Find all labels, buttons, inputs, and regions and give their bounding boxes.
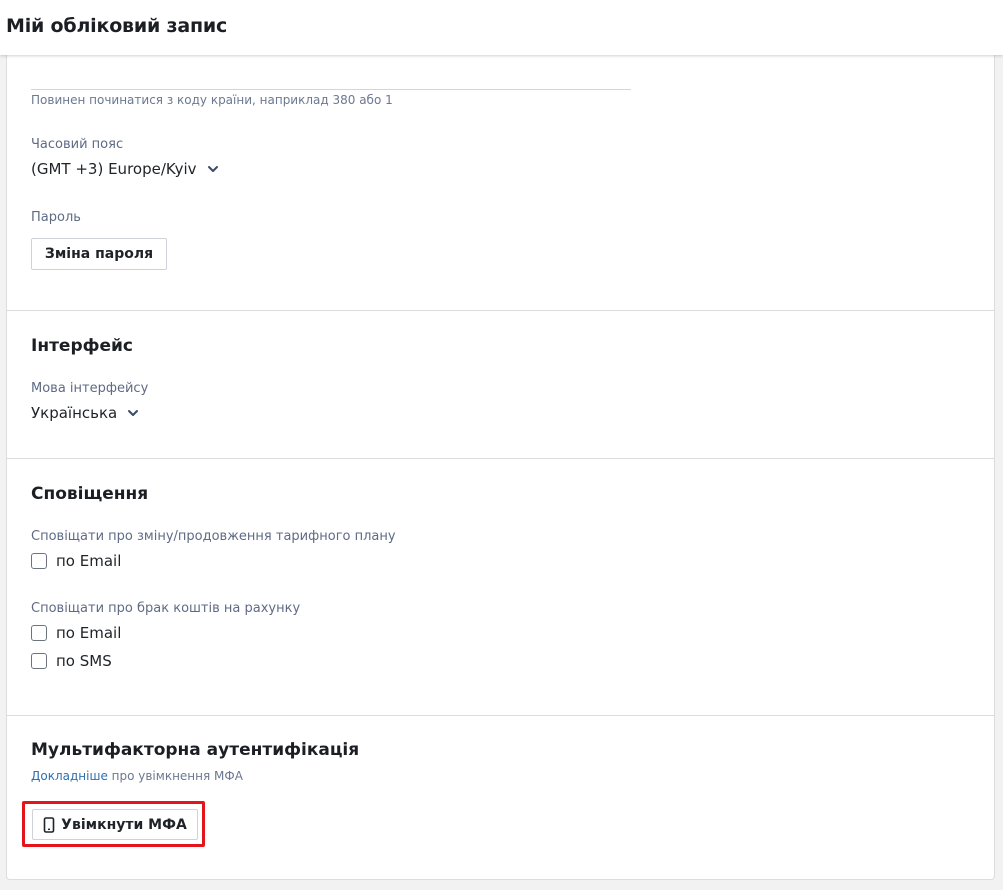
settings-card: Повинен починатися з коду країни, наприк… xyxy=(6,55,995,880)
low-balance-sms-checkbox[interactable] xyxy=(31,653,47,669)
phone-icon xyxy=(43,816,55,833)
phone-input-underline xyxy=(31,89,631,90)
low-balance-label: Сповіщати про брак коштів на рахунку xyxy=(31,601,301,616)
language-value: Українська xyxy=(31,404,118,422)
low-balance-email-option[interactable]: по Email xyxy=(31,624,121,642)
language-select[interactable]: Українська xyxy=(31,404,141,422)
chevron-down-icon xyxy=(207,166,218,172)
low-balance-sms-label: по SMS xyxy=(56,652,112,670)
timezone-value: (GMT +3) Europe/Kyiv xyxy=(31,160,197,178)
language-label: Мова інтерфейсу xyxy=(31,381,149,396)
password-label: Пароль xyxy=(31,210,81,225)
low-balance-sms-option[interactable]: по SMS xyxy=(31,652,112,670)
notifications-section-title: Сповіщення xyxy=(31,484,149,504)
plan-change-email-label: по Email xyxy=(56,552,122,570)
page-header: Мій обліковий запис xyxy=(0,0,1003,55)
enable-mfa-label: Увімкнути МФА xyxy=(61,816,187,833)
phone-hint: Повинен починатися з коду країни, наприк… xyxy=(31,93,393,107)
interface-section-title: Інтерфейс xyxy=(31,336,134,356)
chevron-down-icon xyxy=(128,410,139,416)
plan-change-email-checkbox[interactable] xyxy=(31,553,47,569)
mfa-more-text: про увімкнення МФА xyxy=(107,769,243,783)
plan-change-email-option[interactable]: по Email xyxy=(31,552,121,570)
timezone-select[interactable]: (GMT +3) Europe/Kyiv xyxy=(31,160,221,178)
low-balance-email-label: по Email xyxy=(56,624,122,642)
low-balance-email-checkbox[interactable] xyxy=(31,625,47,641)
change-password-button[interactable]: Зміна пароля xyxy=(31,238,167,270)
timezone-label: Часовий пояс xyxy=(31,137,124,152)
section-divider xyxy=(7,310,994,311)
section-divider xyxy=(7,715,994,716)
enable-mfa-button[interactable]: Увімкнути МФА xyxy=(32,809,198,840)
phone-input[interactable] xyxy=(31,67,631,87)
mfa-description: Докладніше про увімкнення МФА xyxy=(31,769,243,783)
mfa-section-title: Мультифакторна аутентифікація xyxy=(31,740,360,760)
page-title: Мій обліковий запис xyxy=(6,15,228,37)
section-divider xyxy=(7,458,994,459)
mfa-more-link[interactable]: Докладніше xyxy=(31,769,108,783)
plan-change-label: Сповіщати про зміну/продовження тарифног… xyxy=(31,529,396,544)
